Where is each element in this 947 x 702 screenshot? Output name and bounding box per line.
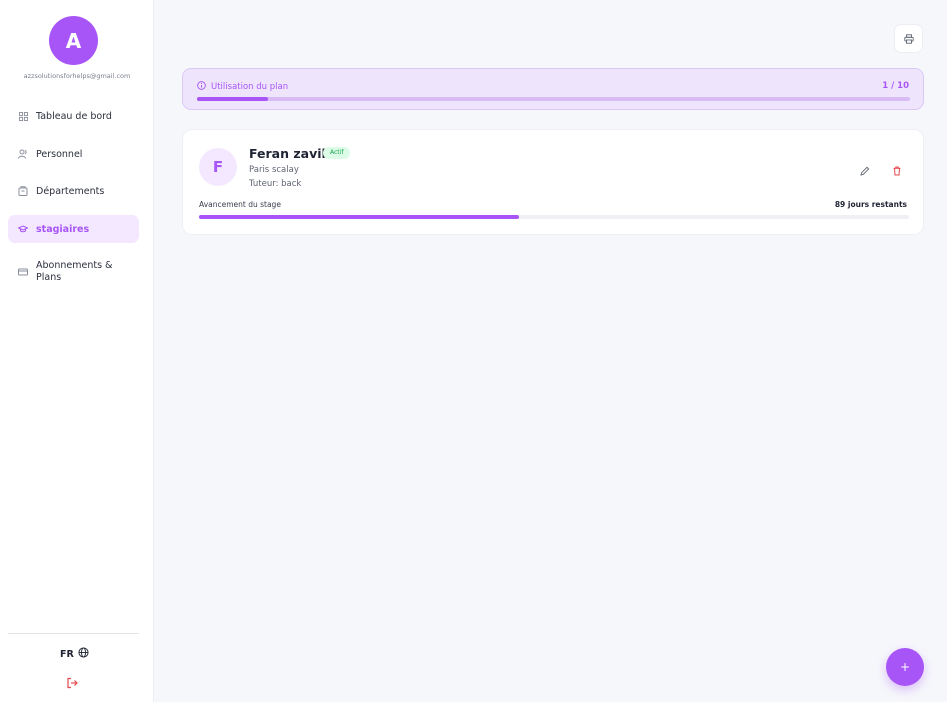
sidebar-item-label: stagiaires — [36, 223, 90, 235]
users-icon — [18, 149, 28, 159]
plan-usage-bar — [197, 97, 910, 101]
intern-name: Feran zavik — [249, 146, 330, 161]
sidebar-item-dashboard[interactable]: Tableau de bord — [8, 102, 139, 130]
plan-usage-panel: Utilisation du plan 1 / 10 — [182, 68, 924, 110]
language-switcher[interactable]: FR — [60, 647, 89, 661]
days-remaining: 89 jours restants — [834, 200, 907, 209]
credit-card-icon — [18, 267, 28, 277]
building-icon — [18, 186, 28, 196]
logout-icon[interactable] — [66, 674, 80, 689]
sidebar-item-departments[interactable]: Départements — [8, 177, 139, 205]
plan-usage-title: Utilisation du plan — [197, 81, 288, 93]
intern-card: F Feran zavik Actif Paris scalay Tuteur:… — [182, 129, 924, 235]
sidebar-item-label: Personnel — [36, 148, 83, 160]
print-button[interactable] — [894, 24, 923, 53]
sidebar-item-personnel[interactable]: Personnel — [8, 140, 139, 168]
add-intern-button[interactable]: + — [886, 648, 924, 686]
internship-progress-fill — [199, 215, 519, 219]
plan-usage-fill — [197, 97, 269, 101]
sidebar-item-label: Départements — [36, 185, 105, 197]
user-avatar[interactable]: A — [49, 16, 98, 65]
trash-icon — [892, 161, 902, 180]
edit-button[interactable] — [860, 161, 874, 176]
delete-button[interactable] — [892, 161, 906, 176]
intern-company: Paris scalay — [249, 165, 299, 175]
pencil-icon — [860, 161, 870, 180]
internship-progress-label: Avancement du stage — [199, 200, 281, 209]
intern-tutor: Tuteur: back — [249, 179, 302, 189]
sidebar-item-label: Tableau de bord — [36, 110, 112, 122]
grid-icon — [18, 111, 28, 121]
graduation-cap-icon — [18, 224, 28, 234]
plan-usage-label: Utilisation du plan — [211, 82, 289, 92]
sidebar-item-stagiaires[interactable]: stagiaires — [8, 215, 139, 243]
sidebar-item-label: Abonnements & Plans — [36, 260, 113, 283]
plan-usage-count: 1 / 10 — [882, 81, 909, 91]
internship-progress-bar — [199, 215, 909, 219]
printer-icon — [903, 29, 914, 48]
sidebar: A azzsolutionsforhelps@gmail.com Tableau… — [0, 0, 154, 702]
intern-avatar: F — [199, 148, 237, 186]
user-email: azzsolutionsforhelps@gmail.com — [23, 72, 131, 80]
sidebar-divider — [8, 633, 139, 634]
sidebar-item-subscriptions[interactable]: Abonnements & Plans — [8, 256, 139, 288]
globe-icon — [78, 647, 89, 661]
status-badge: Actif — [323, 147, 351, 159]
plus-icon: + — [899, 660, 911, 674]
language-label: FR — [60, 648, 74, 660]
info-icon — [197, 81, 206, 93]
